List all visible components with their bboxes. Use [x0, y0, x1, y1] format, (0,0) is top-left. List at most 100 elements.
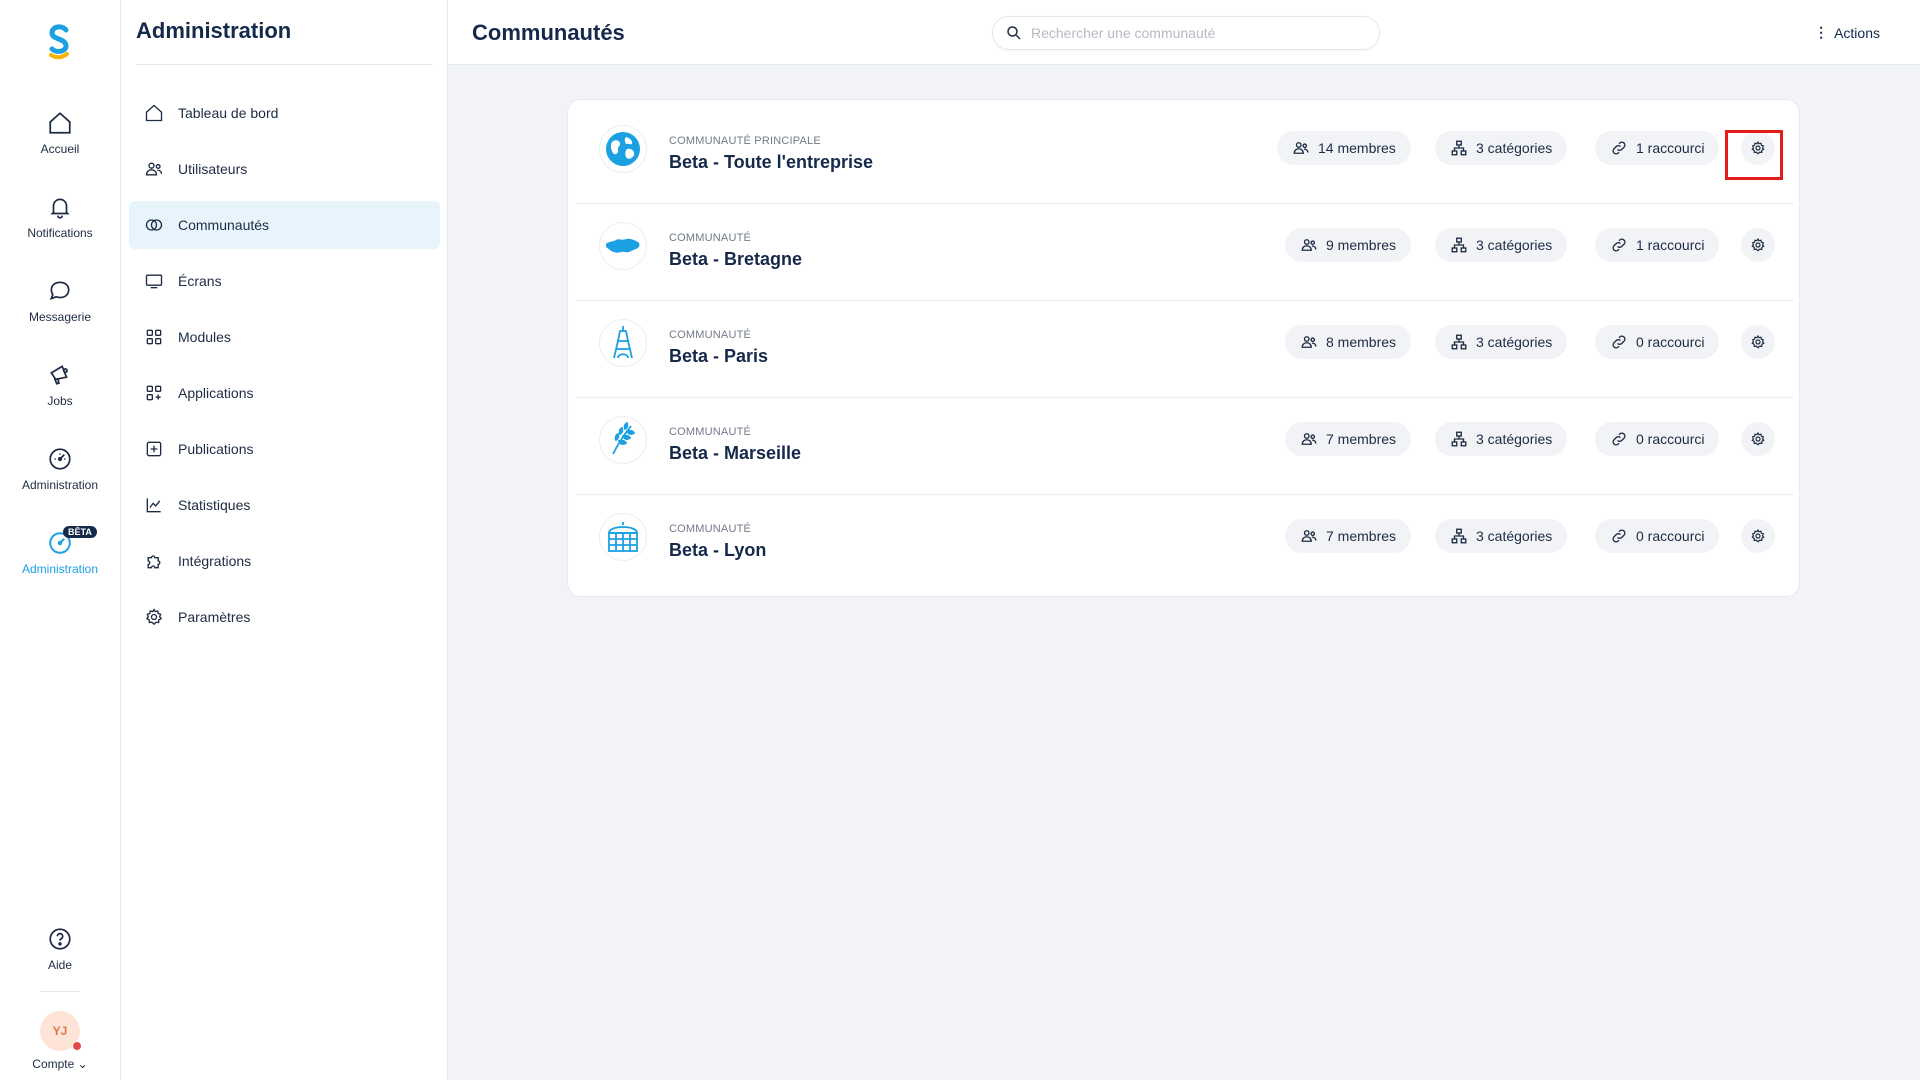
community-avatar: [599, 416, 647, 464]
community-kind: Communauté: [669, 523, 752, 535]
rail-item-accueil[interactable]: Accueil: [0, 110, 120, 156]
community-row[interactable]: Communauté Beta - Lyon 7 membres 3 catég…: [575, 488, 1794, 585]
members-count: 7 membres: [1326, 528, 1397, 544]
categories-count: 3 catégories: [1476, 528, 1553, 544]
link-icon: [1612, 238, 1626, 252]
shortcuts-pill[interactable]: 0 raccourci: [1595, 519, 1720, 553]
categories-pill[interactable]: 3 catégories: [1435, 422, 1568, 456]
bretagne-map-icon: [606, 238, 640, 253]
search-box[interactable]: [992, 16, 1380, 50]
sidebar-divider: [136, 64, 433, 65]
community-row[interactable]: Communauté Beta - Bretagne 9 membres 3 c…: [575, 197, 1794, 294]
sidebar-item-utilisateurs[interactable]: Utilisateurs: [129, 145, 440, 193]
rail-item-notifications[interactable]: Notifications: [0, 194, 120, 240]
community-row[interactable]: Communauté Beta - Paris 8 membres 3 caté…: [575, 294, 1794, 391]
sidebar-item-applications[interactable]: Applications: [129, 369, 440, 417]
members-pill[interactable]: 7 membres: [1285, 519, 1412, 553]
rail-item-aide[interactable]: Aide: [0, 926, 120, 972]
sidebar-item-label: Écrans: [178, 273, 222, 289]
hierarchy-icon: [1451, 140, 1467, 156]
link-icon: [1612, 335, 1626, 349]
gear-icon: [1751, 334, 1765, 349]
sidebar-item-modules[interactable]: Modules: [129, 313, 440, 361]
sidebar-item-label: Publications: [178, 441, 254, 457]
communities-card: Communauté principale Beta - Toute l'ent…: [567, 99, 1800, 597]
community-settings-button[interactable]: [1741, 519, 1775, 553]
community-name[interactable]: Beta - Lyon: [669, 540, 766, 561]
shortcuts-pill[interactable]: 1 raccourci: [1595, 131, 1720, 165]
sidebar-item-label: Modules: [178, 329, 231, 345]
home-icon: [49, 112, 71, 134]
sidebar-item-label: Statistiques: [178, 497, 251, 513]
categories-count: 3 catégories: [1476, 140, 1553, 156]
sidebar-item-communautes[interactable]: Communautés: [129, 201, 440, 249]
community-name[interactable]: Beta - Bretagne: [669, 249, 802, 270]
community-name[interactable]: Beta - Marseille: [669, 443, 801, 464]
rings-icon: [145, 219, 163, 231]
sidebar-item-parametres[interactable]: Paramètres: [129, 593, 440, 641]
community-kind: Communauté: [669, 329, 752, 341]
categories-pill[interactable]: 3 catégories: [1435, 325, 1568, 359]
community-avatar: [599, 513, 647, 561]
shortcuts-pill[interactable]: 0 raccourci: [1595, 325, 1720, 359]
actions-button[interactable]: ⋮ Actions: [1814, 24, 1880, 41]
rail-item-label: Aide: [47, 958, 73, 972]
sidebar-item-integrations[interactable]: Intégrations: [129, 537, 440, 585]
members-pill[interactable]: 9 membres: [1285, 228, 1412, 262]
rail-item-messagerie[interactable]: Messagerie: [0, 278, 120, 324]
status-dot: [72, 1041, 82, 1051]
shortcuts-pill[interactable]: 1 raccourci: [1595, 228, 1720, 262]
rail-item-administration[interactable]: Administration: [0, 446, 120, 492]
community-name[interactable]: Beta - Paris: [669, 346, 768, 367]
sidebar-item-ecrans[interactable]: Écrans: [129, 257, 440, 305]
community-kind: Communauté principale: [669, 135, 821, 147]
members-count: 8 membres: [1326, 334, 1397, 350]
community-row[interactable]: Communauté Beta - Marseille 7 membres 3 …: [575, 391, 1794, 488]
globe-icon: [606, 132, 640, 166]
categories-pill[interactable]: 3 catégories: [1435, 228, 1568, 262]
categories-pill[interactable]: 3 catégories: [1435, 131, 1568, 165]
shortcuts-count: 1 raccourci: [1636, 140, 1705, 156]
rail-item-label: Accueil: [40, 142, 80, 156]
beta-badge: BÊTA: [63, 526, 97, 538]
community-settings-button[interactable]: [1741, 228, 1775, 262]
shortcuts-pill[interactable]: 0 raccourci: [1595, 422, 1720, 456]
page-title: Communautés: [472, 20, 625, 45]
users-icon: [145, 162, 163, 176]
link-icon: [1612, 141, 1626, 155]
rail-item-jobs[interactable]: Jobs: [0, 362, 120, 408]
members-pill[interactable]: 7 membres: [1285, 422, 1412, 456]
home-icon: [145, 104, 163, 122]
app-logo[interactable]: [44, 22, 74, 60]
hierarchy-icon: [1451, 431, 1467, 447]
rail-item-label: Messagerie: [28, 310, 92, 324]
shortcuts-count: 0 raccourci: [1636, 431, 1705, 447]
account-menu[interactable]: Compte ⌄: [0, 1057, 120, 1071]
rail-item-label: Administration: [21, 478, 99, 492]
users-icon: [1293, 142, 1309, 154]
monitor-icon: [145, 274, 163, 289]
rail-item-administration-beta[interactable]: BÊTA Administration: [0, 526, 120, 576]
community-settings-button[interactable]: [1741, 131, 1775, 165]
wheat-icon: [612, 421, 636, 455]
shortcuts-count: 0 raccourci: [1636, 528, 1705, 544]
community-name[interactable]: Beta - Toute l'entreprise: [669, 152, 873, 173]
sidebar-title: Administration: [136, 18, 292, 43]
categories-pill[interactable]: 3 catégories: [1435, 519, 1568, 553]
plus-square-icon: [146, 441, 162, 457]
rail-item-label: Notifications: [27, 226, 93, 240]
page-header: Communautés ⋮ Actions: [448, 0, 1920, 65]
search-input[interactable]: [1031, 25, 1371, 41]
link-icon: [1612, 432, 1626, 446]
community-settings-button[interactable]: [1741, 422, 1775, 456]
members-pill[interactable]: 8 membres: [1285, 325, 1412, 359]
sidebar-item-publications[interactable]: Publications: [129, 425, 440, 473]
users-icon: [1301, 433, 1317, 445]
categories-count: 3 catégories: [1476, 431, 1553, 447]
community-row[interactable]: Communauté principale Beta - Toute l'ent…: [575, 100, 1794, 197]
sidebar-item-statistiques[interactable]: Statistiques: [129, 481, 440, 529]
community-settings-button[interactable]: [1741, 325, 1775, 359]
sidebar-item-tableau-de-bord[interactable]: Tableau de bord: [129, 89, 440, 137]
eiffel-tower-icon: [613, 326, 633, 359]
members-pill[interactable]: 14 membres: [1277, 131, 1411, 165]
